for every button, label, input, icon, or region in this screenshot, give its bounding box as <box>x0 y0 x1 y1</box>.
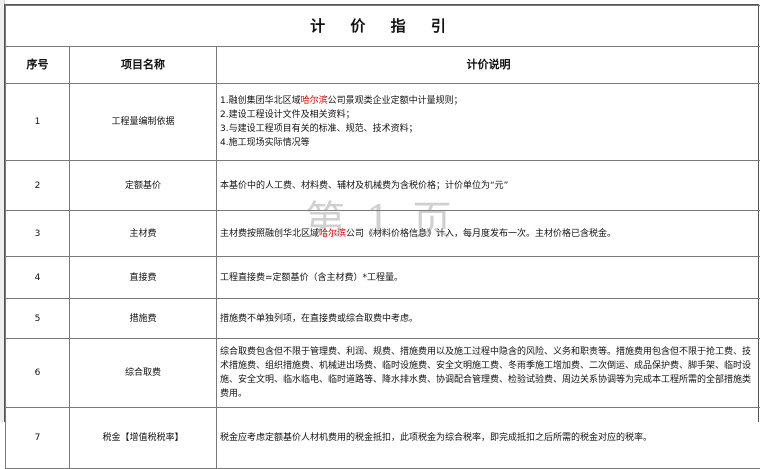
row-name[interactable]: 税金【增值税税率】 <box>70 408 217 469</box>
header-description[interactable]: 计价说明 <box>217 47 760 84</box>
row-description[interactable]: 综合取费包含但不限于管理费、利润、规费、措施费用以及施工过程中隐含的风险、义务和… <box>217 339 760 408</box>
header-index[interactable]: 序号 <box>6 47 70 84</box>
table-row: 3 主材费 主材费按照融创华北区域哈尔滨公司《材料价格信息》计入，每月度发布一次… <box>6 211 760 257</box>
header-row: 序号 项目名称 计价说明 <box>6 47 760 84</box>
row-index[interactable]: 3 <box>6 211 70 257</box>
row-description[interactable]: 措施费不单独列项，在直接费或综合取费中考虑。 <box>217 299 760 339</box>
row-index[interactable]: 2 <box>6 161 70 211</box>
description-text: 1.融创集团华北区域 <box>220 96 301 106</box>
highlight-city-text: 哈尔滨 <box>301 96 328 106</box>
page-title[interactable]: 计 价 指 引 <box>6 6 760 47</box>
pricing-guide-table: 计 价 指 引 序号 项目名称 计价说明 1 工程量编制依据 1.融创集团华北区… <box>5 5 760 469</box>
row-description[interactable]: 税金应考虑定额基价人材机费用的税金抵扣，此项税金为综合税率，即完成抵扣之后所需的… <box>217 408 760 469</box>
row-index[interactable]: 7 <box>6 408 70 469</box>
pricing-guide-sheet: 计 价 指 引 序号 项目名称 计价说明 1 工程量编制依据 1.融创集团华北区… <box>4 4 759 422</box>
row-name[interactable]: 定额基价 <box>70 161 217 211</box>
row-description[interactable]: 主材费按照融创华北区域哈尔滨公司《材料价格信息》计入，每月度发布一次。主材价格已… <box>217 211 760 257</box>
table-row: 5 措施费 措施费不单独列项，在直接费或综合取费中考虑。 <box>6 299 760 339</box>
row-name[interactable]: 措施费 <box>70 299 217 339</box>
row-description[interactable]: 工程直接费=定额基价（含主材费）*工程量。 <box>217 257 760 299</box>
header-name[interactable]: 项目名称 <box>70 47 217 84</box>
row-name[interactable]: 直接费 <box>70 257 217 299</box>
description-text: 主材费按照融创华北区域 <box>220 229 319 239</box>
row-index[interactable]: 4 <box>6 257 70 299</box>
row-name[interactable]: 工程量编制依据 <box>70 84 217 161</box>
row-name[interactable]: 主材费 <box>70 211 217 257</box>
description-text: 公司《材料价格信息》计入，每月度发布一次。主材价格已含税金。 <box>346 229 616 239</box>
title-row: 计 价 指 引 <box>6 6 760 47</box>
row-name[interactable]: 综合取费 <box>70 339 217 408</box>
table-row: 1 工程量编制依据 1.融创集团华北区域哈尔滨公司景观类企业定额中计量规则； 2… <box>6 84 760 161</box>
row-description[interactable]: 1.融创集团华北区域哈尔滨公司景观类企业定额中计量规则； 2.建设工程设计文件及… <box>217 84 760 161</box>
row-description[interactable]: 本基价中的人工费、材料费、辅材及机械费为含税价格；计价单位为“元” <box>217 161 760 211</box>
table-row: 4 直接费 工程直接费=定额基价（含主材费）*工程量。 <box>6 257 760 299</box>
row-index[interactable]: 5 <box>6 299 70 339</box>
row-index[interactable]: 1 <box>6 84 70 161</box>
row-index[interactable]: 6 <box>6 339 70 408</box>
table-row: 7 税金【增值税税率】 税金应考虑定额基价人材机费用的税金抵扣，此项税金为综合税… <box>6 408 760 469</box>
table-row: 2 定额基价 本基价中的人工费、材料费、辅材及机械费为含税价格；计价单位为“元” <box>6 161 760 211</box>
table-row: 6 综合取费 综合取费包含但不限于管理费、利润、规费、措施费用以及施工过程中隐含… <box>6 339 760 408</box>
highlight-city-text: 哈尔滨 <box>319 229 346 239</box>
